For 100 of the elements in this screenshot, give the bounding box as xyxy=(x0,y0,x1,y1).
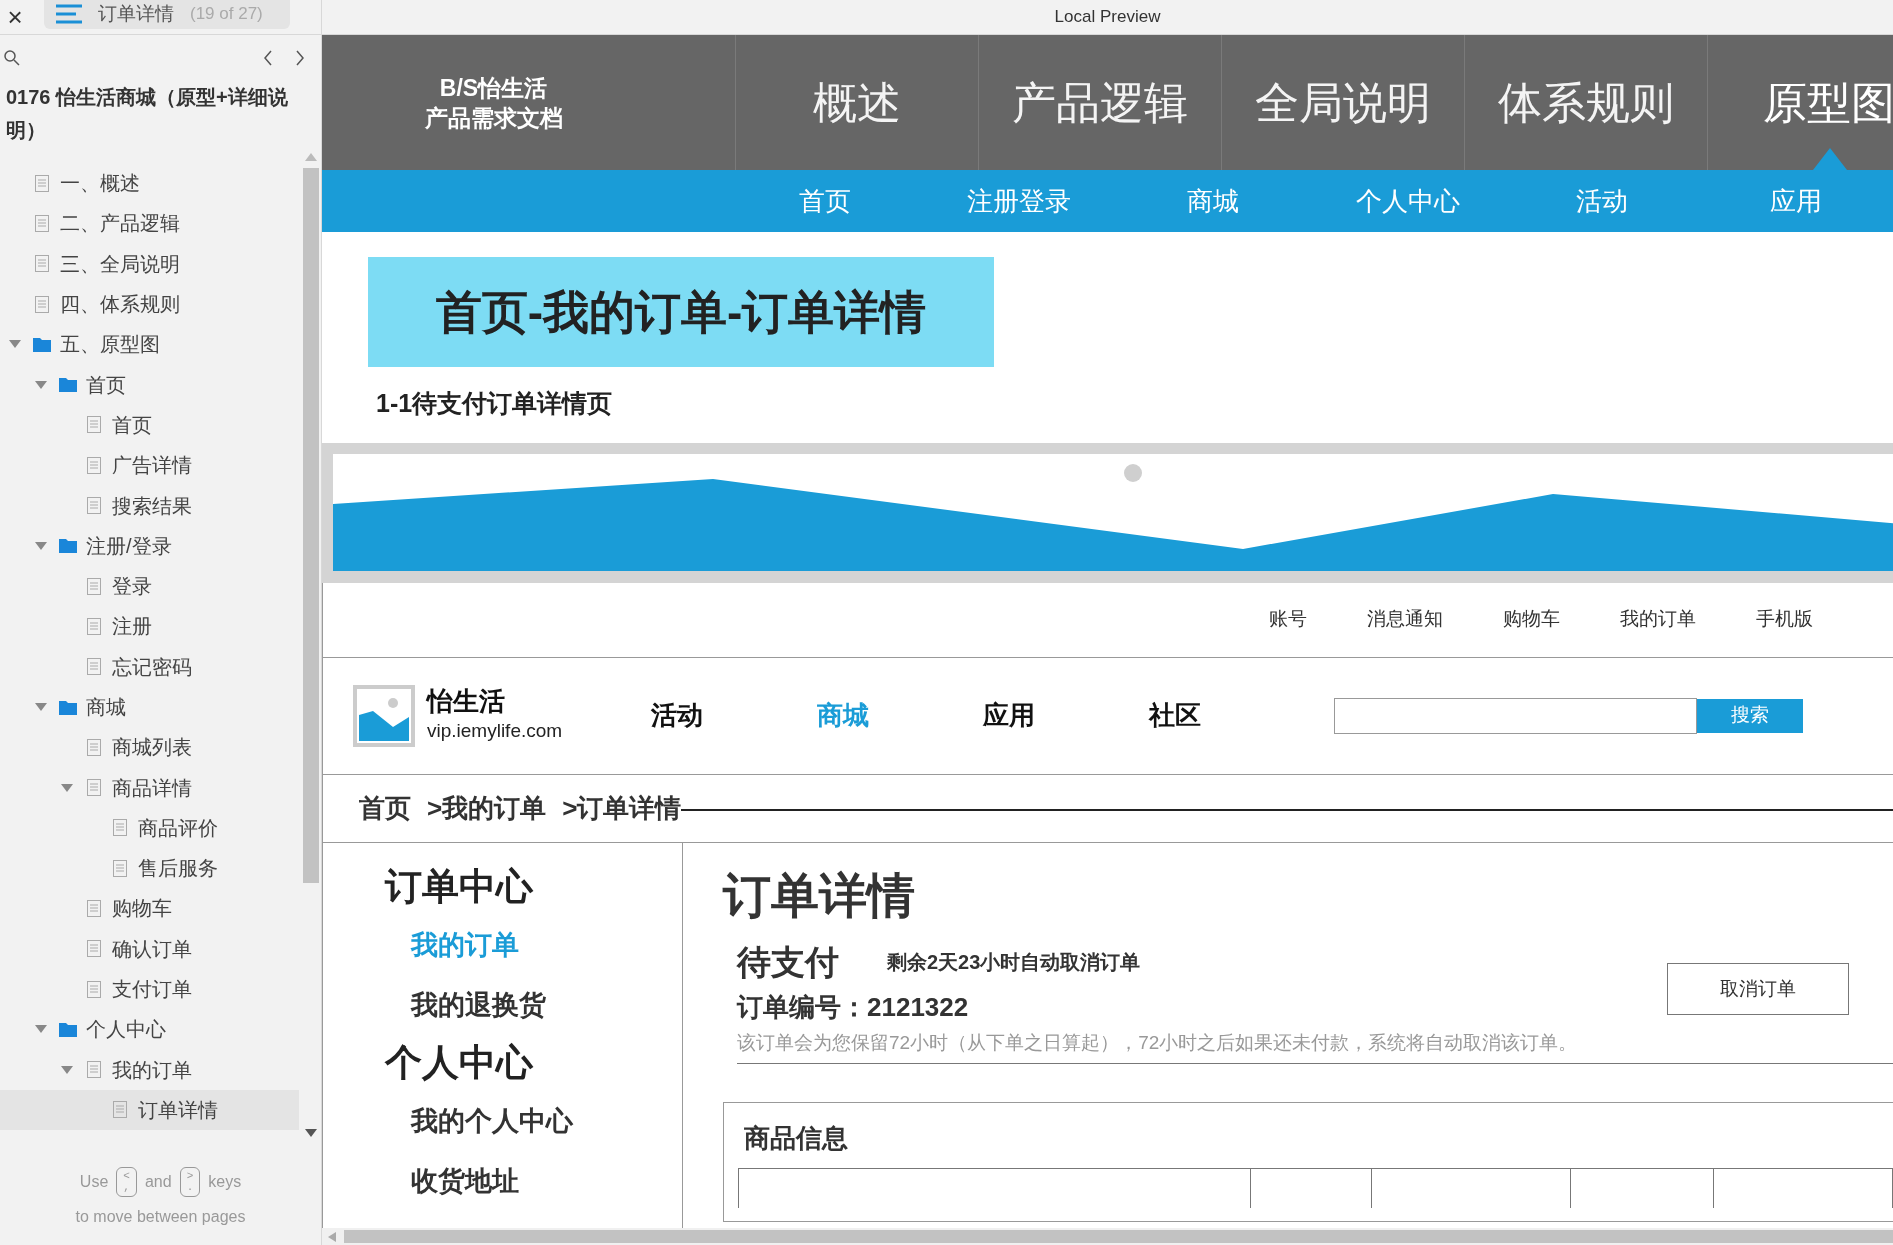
tree-item[interactable]: 广告详情 xyxy=(0,445,299,486)
menu-link[interactable]: 我的退换货 xyxy=(411,974,682,1035)
scrollbar-thumb[interactable] xyxy=(303,168,319,883)
top-link[interactable]: 我的订单 xyxy=(1620,605,1696,634)
tree-item[interactable]: 商城列表 xyxy=(0,727,299,768)
expand-arrow-icon[interactable] xyxy=(35,703,47,711)
order-note: 该订单会为您保留72小时（从下单之日算起），72小时之后如果还未付款，系统将自动取消该订单。 xyxy=(737,1028,1893,1064)
tree-item[interactable]: 搜索结果 xyxy=(0,485,299,526)
page-count: (19 of 27) xyxy=(190,3,263,26)
tree-item[interactable]: 我的订单 xyxy=(0,1049,299,1090)
section-title: 商品信息 xyxy=(743,1122,849,1155)
tree-item[interactable]: 忘记密码 xyxy=(0,646,299,687)
tree-item[interactable]: 五、原型图 xyxy=(0,324,299,365)
banner-subtitle: 1-1待支付订单详情页 xyxy=(376,388,614,419)
tree-item[interactable]: 二、产品逻辑 xyxy=(0,203,299,244)
tree-item[interactable]: 商品评价 xyxy=(0,807,299,849)
site-nav-link[interactable]: 活动 xyxy=(594,696,761,735)
page-icon xyxy=(35,255,49,273)
scroll-up-icon[interactable] xyxy=(305,153,317,161)
tree-item[interactable]: 注册 xyxy=(0,606,299,647)
top-link[interactable]: 手机版 xyxy=(1756,605,1813,634)
page-icon xyxy=(87,577,101,595)
tree-item[interactable]: 购物车 xyxy=(0,888,299,929)
breadcrumb-link[interactable]: 首页 xyxy=(359,788,411,828)
page-icon xyxy=(87,980,101,998)
page-icon xyxy=(35,174,49,192)
hint-text: to move between pages xyxy=(75,1206,246,1227)
tree-item[interactable]: 首页 xyxy=(0,364,299,405)
cancel-order-button[interactable]: 取消订单 xyxy=(1667,963,1849,1015)
top-link[interactable]: 消息通知 xyxy=(1367,605,1443,634)
search-field[interactable] xyxy=(1334,697,1698,734)
breadcrumb-link[interactable]: >订单详情 xyxy=(562,788,682,828)
tree-item[interactable]: 首页 xyxy=(0,404,299,446)
tree-item[interactable]: 订单详情 xyxy=(0,1089,299,1131)
tree-item[interactable]: 售后服务 xyxy=(0,848,299,889)
countdown-text: 剩余2天23小时自动取消订单 xyxy=(887,950,1141,975)
site-nav-link[interactable]: 应用 xyxy=(926,696,1093,735)
expand-arrow-icon[interactable] xyxy=(9,340,21,349)
tree-item[interactable]: 确认订单 xyxy=(0,928,299,969)
tree-item[interactable]: 支付订单 xyxy=(0,968,299,1010)
tree-item[interactable]: 一、概述 xyxy=(0,163,299,204)
order-number: 订单编号：2121322 xyxy=(737,990,969,1024)
page-icon xyxy=(87,456,101,474)
brand-name: 怡生活 xyxy=(427,685,506,718)
menu-heading: 个人中心 xyxy=(385,1040,534,1085)
tree-item[interactable]: 个人中心 xyxy=(0,1009,299,1050)
page-icon xyxy=(87,658,101,676)
close-button[interactable]: × xyxy=(0,4,30,30)
page-icon xyxy=(87,497,101,514)
image-placeholder-icon xyxy=(353,684,415,747)
order-status: 待支付 xyxy=(737,941,839,983)
expand-arrow-icon[interactable] xyxy=(35,1025,47,1034)
page-icon xyxy=(87,617,101,635)
scrollbar-thumb[interactable] xyxy=(344,1230,1893,1243)
tree-item[interactable]: 注册/登录 xyxy=(0,525,299,566)
site-nav-link[interactable]: 社区 xyxy=(1092,696,1259,735)
window-title: Local Preview xyxy=(1054,6,1161,29)
chevron-right-icon[interactable] xyxy=(295,50,305,66)
scroll-down-icon[interactable] xyxy=(305,1129,317,1137)
page-icon xyxy=(113,819,127,837)
key-cap: > . xyxy=(179,1166,201,1197)
top-link[interactable]: 购物车 xyxy=(1503,605,1560,634)
menu-link[interactable]: 我的个人中心 xyxy=(411,1090,682,1151)
folder-icon xyxy=(59,377,77,393)
tree-item[interactable]: 商品详情 xyxy=(0,767,299,808)
top-link[interactable]: 账号 xyxy=(1269,605,1307,634)
page-icon xyxy=(87,779,101,797)
folder-icon xyxy=(59,699,77,715)
menu-link[interactable]: 收货地址 xyxy=(411,1150,682,1211)
page-icon xyxy=(35,214,49,232)
tree-item[interactable]: 商城 xyxy=(0,686,299,728)
expand-arrow-icon[interactable] xyxy=(35,380,47,389)
folder-icon xyxy=(59,538,77,554)
tree-item[interactable]: 登录 xyxy=(0,565,299,607)
hint-text: keys xyxy=(208,1171,242,1192)
page-icon xyxy=(87,900,101,917)
project-title: 0176 怡生活商城（原型+详细说明） xyxy=(5,85,289,143)
expand-arrow-icon[interactable] xyxy=(35,541,47,550)
brand-url: vip.iemylife.com xyxy=(427,719,563,744)
banner-title: 首页-我的订单-订单详情 xyxy=(368,257,994,367)
hint-text: and xyxy=(144,1171,172,1192)
expand-arrow-icon[interactable] xyxy=(61,783,73,792)
page-icon xyxy=(35,295,49,313)
menu-icon[interactable] xyxy=(56,4,82,24)
page-icon xyxy=(113,859,127,877)
search-icon[interactable] xyxy=(4,50,20,66)
order-title: 订单详情 xyxy=(723,867,916,924)
page-tab[interactable]: 订单详情 (19 of 27) xyxy=(44,0,290,29)
breadcrumb-link[interactable]: >我的订单 xyxy=(427,788,547,828)
doc-logo[interactable]: B/S怡生活 产品需求文档 xyxy=(322,35,735,170)
page-icon xyxy=(113,1101,127,1119)
folder-icon xyxy=(59,1021,77,1037)
page-icon xyxy=(87,940,101,958)
expand-arrow-icon[interactable] xyxy=(61,1065,73,1074)
page-icon xyxy=(87,1061,101,1079)
chevron-left-icon[interactable] xyxy=(263,50,273,66)
scroll-left-icon[interactable] xyxy=(328,1231,336,1242)
tree-item[interactable]: 三、全局说明 xyxy=(0,243,299,284)
key-cap: < , xyxy=(116,1166,137,1197)
tree-item[interactable]: 四、体系规则 xyxy=(0,283,299,325)
